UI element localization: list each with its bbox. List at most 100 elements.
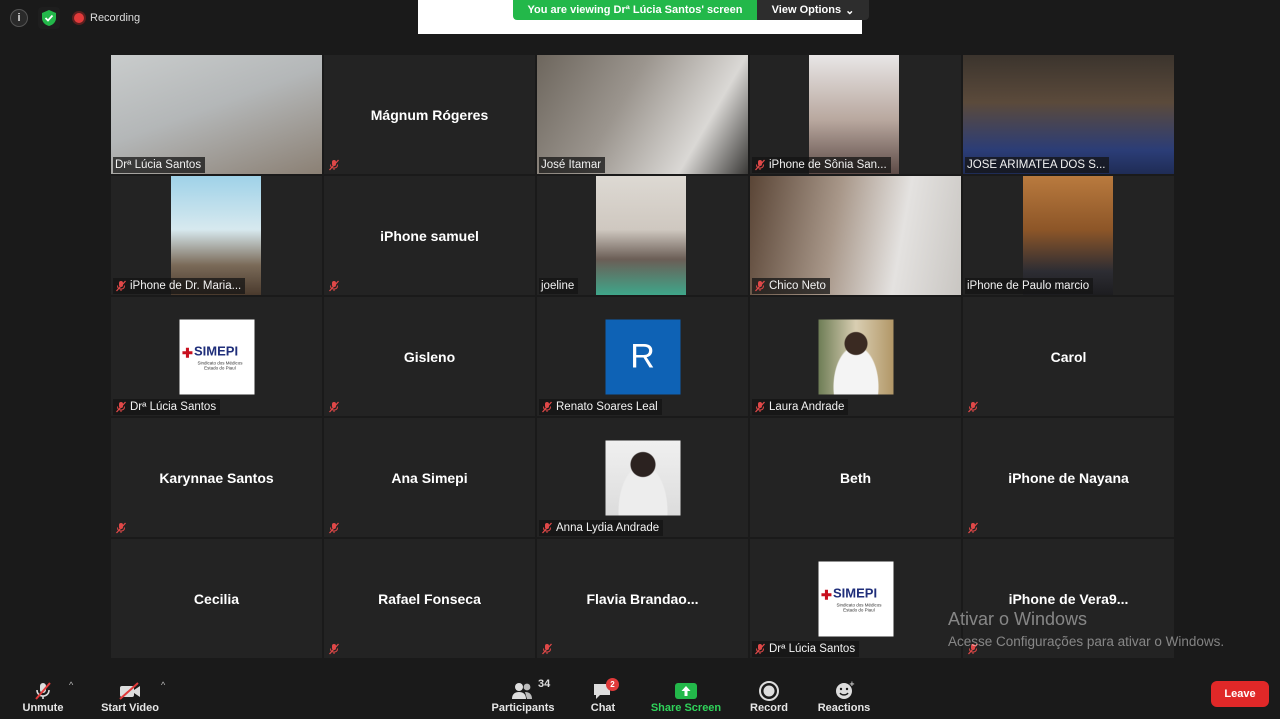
- participant-label-text: Laura Andrade: [769, 401, 845, 413]
- participant-name-label: Laura Andrade: [752, 399, 849, 415]
- microphone-muted-icon: [754, 643, 766, 655]
- participant-tile[interactable]: iPhone samuel: [324, 176, 535, 295]
- microphone-muted-icon: [754, 280, 766, 292]
- participant-label-text: Chico Neto: [769, 280, 826, 292]
- profile-photo-avatar: [605, 440, 680, 515]
- meeting-status-bar: i Recording: [8, 6, 140, 30]
- participant-name-label: JOSE ARIMATEA DOS S...: [965, 157, 1110, 173]
- security-shield-icon[interactable]: [38, 7, 60, 29]
- participant-display-name: iPhone de Nayana: [1008, 469, 1129, 486]
- microphone-muted-icon: [328, 280, 340, 292]
- participant-display-name: Karynnae Santos: [159, 469, 274, 486]
- participant-display-name: Mágnum Rógeres: [370, 106, 489, 123]
- info-icon[interactable]: i: [10, 9, 28, 27]
- participant-tile[interactable]: iPhone de Dr. Maria...: [111, 176, 322, 295]
- participant-tile[interactable]: Beth: [750, 418, 961, 537]
- participant-tile[interactable]: José Itamar: [537, 55, 748, 174]
- participant-label-text: iPhone de Dr. Maria...: [130, 280, 242, 292]
- participant-tile[interactable]: Karynnae Santos: [111, 418, 322, 537]
- participant-name-label: [326, 278, 344, 294]
- participant-tile[interactable]: iPhone de Sônia San...: [750, 55, 961, 174]
- share-screen-button[interactable]: Share Screen: [650, 676, 722, 719]
- participant-display-name: iPhone de Vera9...: [1008, 590, 1129, 607]
- microphone-muted-icon: [328, 643, 340, 655]
- participant-tile[interactable]: Laura Andrade: [750, 297, 961, 416]
- participant-name-label: Drª Lúcia Santos: [113, 399, 221, 415]
- record-icon: [758, 680, 780, 702]
- unmute-label: Unmute: [22, 702, 64, 714]
- participant-name-label: [965, 399, 983, 415]
- profile-photo-avatar: [818, 319, 893, 394]
- view-options-button[interactable]: View Options ⌄: [757, 0, 869, 20]
- gallery-view: Drª Lúcia Santos Mágnum Rógeres José Itama…: [14, 36, 1270, 676]
- participant-name-label: [965, 520, 983, 536]
- initial-avatar: R: [605, 319, 680, 394]
- participant-name-label: José Itamar: [539, 157, 606, 173]
- participant-tile[interactable]: Rafael Fonseca: [324, 539, 535, 658]
- logo-title: SIMEPI: [194, 343, 239, 358]
- chevron-down-icon: ⌄: [845, 4, 855, 17]
- reactions-button[interactable]: + Reactions: [817, 676, 871, 719]
- participant-tile[interactable]: Chico Neto: [750, 176, 961, 295]
- participant-name-label: iPhone de Paulo marcio: [965, 278, 1094, 294]
- start-video-button[interactable]: Start Video: [100, 676, 160, 719]
- participant-name-label: [326, 399, 344, 415]
- chat-label: Chat: [590, 702, 616, 714]
- unmute-button[interactable]: Unmute: [20, 676, 66, 719]
- participant-grid: Drª Lúcia Santos Mágnum Rógeres José Itama…: [111, 55, 1174, 658]
- leave-button[interactable]: Leave: [1211, 681, 1269, 707]
- participant-tile[interactable]: ✚ SIMEPI Sindicato dos Médicos Estado do P…: [750, 539, 961, 658]
- chat-bubble-icon: 2: [592, 678, 619, 702]
- record-button[interactable]: Record: [749, 676, 789, 719]
- participant-label-text: Drª Lúcia Santos: [130, 401, 217, 413]
- participant-tile[interactable]: Anna Lydia Andrade: [537, 418, 748, 537]
- participant-tile[interactable]: Cecilia: [111, 539, 322, 658]
- participant-tile[interactable]: Mágnum Rógeres: [324, 55, 535, 174]
- reactions-label: Reactions: [817, 702, 871, 714]
- participant-tile[interactable]: Ana Simepi: [324, 418, 535, 537]
- participant-tile[interactable]: Gisleno: [324, 297, 535, 416]
- participant-display-name: Ana Simepi: [391, 469, 468, 486]
- video-camera-off-icon: [117, 680, 143, 702]
- audio-options-caret-icon[interactable]: ^: [69, 680, 73, 690]
- participant-tile[interactable]: Drª Lúcia Santos: [111, 55, 322, 174]
- participant-tile[interactable]: JOSE ARIMATEA DOS S...: [963, 55, 1174, 174]
- video-options-caret-icon[interactable]: ^: [161, 680, 165, 690]
- microphone-muted-icon: [115, 280, 127, 292]
- start-video-label: Start Video: [101, 702, 159, 714]
- participant-name-label: Drª Lúcia Santos: [752, 641, 860, 657]
- participant-label-text: iPhone de Sônia San...: [769, 159, 887, 171]
- participants-label: Participants: [491, 702, 555, 714]
- microphone-muted-icon: [967, 401, 979, 413]
- record-label: Record: [750, 702, 788, 714]
- participant-display-name: Cecilia: [193, 590, 240, 607]
- participant-tile[interactable]: iPhone de Paulo marcio: [963, 176, 1174, 295]
- recording-dot-icon: [74, 13, 84, 23]
- recording-indicator[interactable]: Recording: [74, 12, 140, 24]
- participant-name-label: [326, 641, 344, 657]
- simepi-logo-avatar: ✚ SIMEPI Sindicato dos Médicos Estado do P…: [818, 561, 893, 636]
- participants-button[interactable]: 34 Participants: [491, 676, 555, 719]
- watermark-subtitle: Acesse Configurações para ativar o Windo…: [948, 634, 1225, 649]
- participant-name-label: [326, 157, 344, 173]
- participant-tile[interactable]: ✚ SIMEPI Sindicato dos Médicos Estado do P…: [111, 297, 322, 416]
- participant-tile[interactable]: iPhone de Nayana: [963, 418, 1174, 537]
- participant-display-name: Flavia Brandao...: [586, 590, 699, 607]
- participant-name-label: [326, 520, 344, 536]
- microphone-muted-icon: [754, 401, 766, 413]
- participant-tile[interactable]: R Renato Soares Leal: [537, 297, 748, 416]
- zoom-meeting-window: i Recording You are viewing Drª Lúcia Sa…: [0, 0, 1280, 719]
- participant-name-label: Renato Soares Leal: [539, 399, 662, 415]
- participant-tile[interactable]: joeline: [537, 176, 748, 295]
- participant-name-label: [539, 641, 557, 657]
- participant-name-label: Anna Lydia Andrade: [539, 520, 664, 536]
- participant-tile[interactable]: Flavia Brandao...: [537, 539, 748, 658]
- chat-button[interactable]: 2 Chat: [585, 676, 621, 719]
- participant-display-name: Gisleno: [403, 348, 456, 365]
- participant-label-text: JOSE ARIMATEA DOS S...: [967, 159, 1106, 171]
- meeting-toolbar: Unmute ^ Start Video ^ 34 Participants 2…: [0, 676, 1280, 719]
- participant-label-text: joeline: [541, 280, 575, 292]
- microphone-muted-icon: [754, 159, 766, 171]
- microphone-muted-icon: [328, 401, 340, 413]
- participant-tile[interactable]: Carol: [963, 297, 1174, 416]
